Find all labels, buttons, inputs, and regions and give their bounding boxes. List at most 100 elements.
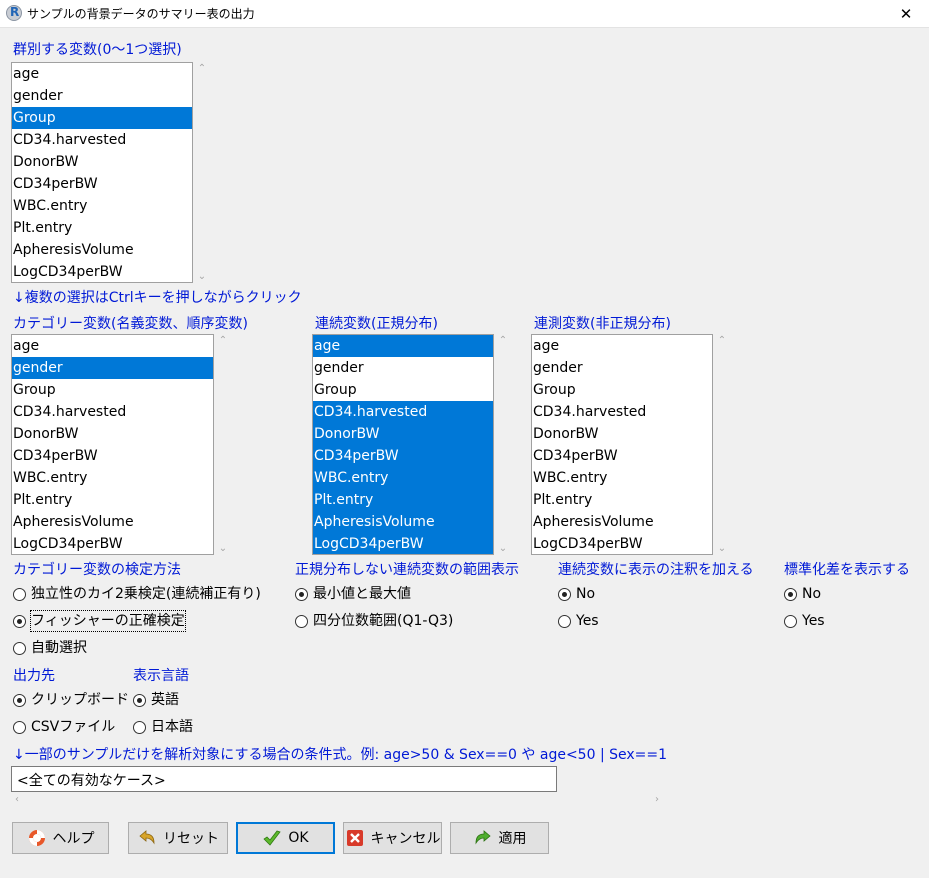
radio-indicator[interactable] [295, 615, 308, 628]
radio-label: 英語 [151, 692, 179, 708]
title-bar: サンプルの背景データのサマリー表の出力 ✕ [0, 0, 929, 28]
help-button-label: ヘルプ [52, 831, 95, 847]
list-item[interactable]: WBC.entry [313, 467, 493, 489]
continuous-normal-scrollbar[interactable]: ⌃ ⌄ [495, 334, 511, 555]
ok-button[interactable]: OK [236, 822, 335, 854]
radio-indicator[interactable] [13, 588, 26, 601]
list-item[interactable]: CD34perBW [12, 445, 213, 467]
list-item[interactable]: Group [313, 379, 493, 401]
radio-indicator[interactable] [13, 615, 26, 628]
list-item[interactable]: ApheresisVolume [532, 511, 712, 533]
list-item[interactable]: DonorBW [12, 151, 192, 173]
list-item[interactable]: Plt.entry [313, 489, 493, 511]
continuous-nonnormal-scrollbar[interactable]: ⌃ ⌄ [714, 334, 730, 555]
list-item[interactable]: Plt.entry [12, 217, 192, 239]
list-item[interactable]: LogCD34perBW [313, 533, 493, 554]
radio-label: Yes [576, 613, 599, 629]
scroll-up-icon[interactable]: ⌃ [194, 63, 210, 74]
list-item[interactable]: Plt.entry [12, 489, 213, 511]
scroll-down-icon[interactable]: ⌄ [194, 271, 210, 282]
list-item[interactable]: CD34.harvested [12, 129, 192, 151]
list-item[interactable]: gender [12, 85, 192, 107]
close-button[interactable]: ✕ [883, 0, 929, 28]
list-item[interactable]: Group [12, 107, 192, 129]
list-item[interactable]: Plt.entry [532, 489, 712, 511]
list-item[interactable]: gender [532, 357, 712, 379]
list-item[interactable]: WBC.entry [12, 467, 213, 489]
radio-indicator[interactable] [13, 721, 26, 734]
radio-indicator[interactable] [784, 615, 797, 628]
radio-label: 自動選択 [31, 640, 87, 656]
list-item[interactable]: gender [12, 357, 213, 379]
list-item[interactable]: LogCD34perBW [12, 533, 213, 554]
annotation-label: 連続変数に表示の注釈を加える [558, 562, 754, 578]
scroll-left-icon[interactable]: ‹ [15, 794, 19, 805]
list-item[interactable]: WBC.entry [12, 195, 192, 217]
radio-indicator[interactable] [133, 694, 146, 707]
cancel-button[interactable]: キャンセル [343, 822, 442, 854]
radio-indicator[interactable] [133, 721, 146, 734]
list-item[interactable]: CD34perBW [12, 173, 192, 195]
list-item[interactable]: LogCD34perBW [532, 533, 712, 554]
scroll-down-icon[interactable]: ⌄ [714, 543, 730, 554]
list-item[interactable]: age [12, 63, 192, 85]
continuous-normal-label: 連続変数(正規分布) [315, 316, 438, 332]
help-button[interactable]: ヘルプ [12, 822, 109, 854]
list-item[interactable]: DonorBW [12, 423, 213, 445]
list-item[interactable]: CD34.harvested [313, 401, 493, 423]
lifebuoy-icon [27, 828, 47, 848]
list-item[interactable]: age [532, 335, 712, 357]
subset-input[interactable]: <全ての有効なケース> [11, 766, 557, 792]
reset-button[interactable]: リセット [128, 822, 228, 854]
output-dest-label: 出力先 [13, 668, 55, 684]
list-item[interactable]: Group [12, 379, 213, 401]
display-lang-label: 表示言語 [133, 668, 189, 684]
group-var-listbox[interactable]: age gender Group CD34.harvested DonorBW CD34p… [11, 62, 193, 283]
list-item[interactable]: CD34.harvested [532, 401, 712, 423]
radio-indicator[interactable] [558, 588, 571, 601]
list-item[interactable]: LogCD34perBW [12, 261, 192, 282]
radio-label: No [802, 586, 822, 602]
continuous-nonnormal-listbox[interactable]: age gender Group CD34.harvested DonorBW CD34p… [531, 334, 713, 555]
scroll-right-icon[interactable]: › [655, 794, 659, 805]
categorical-listbox[interactable]: age gender Group CD34.harvested DonorBW CD34p… [11, 334, 214, 555]
undo-arrow-icon [137, 828, 157, 848]
scroll-up-icon[interactable]: ⌃ [714, 335, 730, 346]
list-item[interactable]: DonorBW [313, 423, 493, 445]
list-item[interactable]: CD34perBW [313, 445, 493, 467]
subset-hscrollbar[interactable]: ‹ › [11, 794, 663, 808]
radio-indicator[interactable] [13, 694, 26, 707]
list-item[interactable]: WBC.entry [532, 467, 712, 489]
list-item[interactable]: ApheresisVolume [12, 511, 213, 533]
radio-indicator[interactable] [295, 588, 308, 601]
radio-label: 独立性のカイ2乗検定(連続補正有り) [31, 586, 261, 602]
list-item[interactable]: age [12, 335, 213, 357]
continuous-nonnormal-label: 連測変数(非正規分布) [534, 316, 671, 332]
test-method-label: カテゴリー変数の検定方法 [13, 562, 181, 578]
radio-indicator[interactable] [784, 588, 797, 601]
list-item[interactable]: Group [532, 379, 712, 401]
std-diff-label: 標準化差を表示する [784, 562, 910, 578]
scroll-up-icon[interactable]: ⌃ [495, 335, 511, 346]
multi-select-hint: ↓複数の選択はCtrlキーを押しながらクリック [13, 290, 302, 306]
list-item[interactable]: ApheresisVolume [12, 239, 192, 261]
checkmark-icon [262, 828, 282, 848]
categorical-scrollbar[interactable]: ⌃ ⌄ [215, 334, 231, 555]
radio-indicator[interactable] [13, 642, 26, 655]
radio-label: Yes [802, 613, 825, 629]
group-var-scrollbar[interactable]: ⌃ ⌄ [194, 62, 210, 283]
radio-indicator[interactable] [558, 615, 571, 628]
list-item[interactable]: DonorBW [532, 423, 712, 445]
scroll-down-icon[interactable]: ⌄ [495, 543, 511, 554]
apply-button[interactable]: 適用 [450, 822, 549, 854]
list-item[interactable]: age [313, 335, 493, 357]
list-item[interactable]: CD34perBW [532, 445, 712, 467]
list-item[interactable]: CD34.harvested [12, 401, 213, 423]
continuous-normal-listbox[interactable]: age gender Group CD34.harvested DonorBW CD34p… [312, 334, 494, 555]
scroll-up-icon[interactable]: ⌃ [215, 335, 231, 346]
list-item[interactable]: ApheresisVolume [313, 511, 493, 533]
list-item[interactable]: gender [313, 357, 493, 379]
ok-button-label: OK [288, 830, 309, 846]
apply-button-label: 適用 [498, 831, 527, 847]
scroll-down-icon[interactable]: ⌄ [215, 543, 231, 554]
